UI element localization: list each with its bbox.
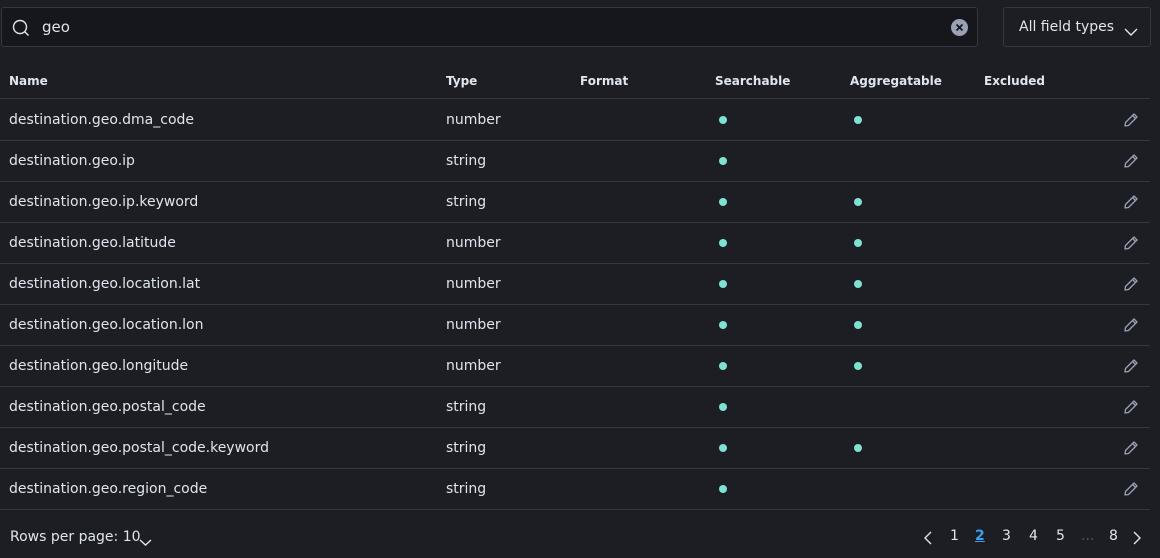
page-link-2[interactable]: 2 bbox=[975, 528, 985, 544]
field-type: string bbox=[446, 153, 487, 169]
aggregatable-indicator bbox=[854, 444, 862, 452]
field-type: number bbox=[446, 112, 501, 128]
field-type: string bbox=[446, 481, 487, 497]
aggregatable-indicator bbox=[854, 321, 862, 329]
pencil-icon[interactable] bbox=[1123, 235, 1139, 251]
field-type: number bbox=[446, 317, 501, 333]
search-field[interactable]: geo bbox=[1, 7, 978, 47]
table-row: destination.geo.location.lon number bbox=[0, 305, 1150, 346]
search-input[interactable]: geo bbox=[42, 18, 70, 36]
pencil-icon[interactable] bbox=[1123, 399, 1139, 415]
page-link-3[interactable]: 3 bbox=[1002, 528, 1011, 544]
column-header-name[interactable]: Name bbox=[9, 74, 48, 88]
page-link-1[interactable]: 1 bbox=[950, 528, 959, 544]
search-icon bbox=[12, 19, 30, 37]
searchable-indicator bbox=[719, 280, 727, 288]
aggregatable-indicator bbox=[854, 198, 862, 206]
table-row: destination.geo.region_code string bbox=[0, 469, 1150, 510]
pencil-icon[interactable] bbox=[1123, 194, 1139, 210]
column-header-aggregatable[interactable]: Aggregatable bbox=[850, 74, 942, 88]
table-header: Name Type Format Searchable Aggregatable… bbox=[0, 64, 1150, 99]
column-header-type[interactable]: Type bbox=[446, 74, 477, 88]
table-row: destination.geo.ip string bbox=[0, 141, 1150, 182]
field-name: destination.geo.longitude bbox=[9, 358, 189, 374]
field-type-filter[interactable]: All field types bbox=[1003, 7, 1151, 47]
field-name: destination.geo.latitude bbox=[9, 235, 176, 251]
table-row: destination.geo.longitude number bbox=[0, 346, 1150, 387]
field-type: number bbox=[446, 276, 501, 292]
chevron-right-icon[interactable] bbox=[1132, 530, 1142, 549]
table-row: destination.geo.postal_code string bbox=[0, 387, 1150, 428]
pencil-icon[interactable] bbox=[1123, 153, 1139, 169]
page-link-4[interactable]: 4 bbox=[1029, 528, 1038, 544]
field-name: destination.geo.dma_code bbox=[9, 112, 195, 128]
pagination-ellipsis: ... bbox=[1081, 528, 1095, 544]
aggregatable-indicator bbox=[854, 116, 862, 124]
clear-icon[interactable] bbox=[951, 19, 968, 36]
searchable-indicator bbox=[719, 321, 727, 329]
field-name: destination.geo.postal_code.keyword bbox=[9, 440, 269, 456]
field-type: string bbox=[446, 399, 487, 415]
field-type-filter-label: All field types bbox=[1019, 19, 1115, 35]
searchable-indicator bbox=[719, 403, 727, 411]
pencil-icon[interactable] bbox=[1123, 276, 1139, 292]
chevron-down-icon bbox=[139, 532, 152, 551]
table-row: destination.geo.ip.keyword string bbox=[0, 182, 1150, 223]
column-header-format[interactable]: Format bbox=[580, 74, 628, 88]
table-footer: Rows per page: 10 1 2 3 4 5 ... 8 bbox=[0, 516, 1160, 558]
field-name: destination.geo.location.lon bbox=[9, 317, 204, 333]
searchable-indicator bbox=[719, 239, 727, 247]
field-name: destination.geo.postal_code bbox=[9, 399, 206, 415]
page-link-5[interactable]: 5 bbox=[1056, 528, 1065, 544]
aggregatable-indicator bbox=[854, 239, 862, 247]
table-row: destination.geo.dma_code number bbox=[0, 100, 1150, 141]
column-header-searchable[interactable]: Searchable bbox=[715, 74, 790, 88]
rows-per-page-button[interactable]: Rows per page: 10 bbox=[10, 529, 141, 545]
table-row: destination.geo.location.lat number bbox=[0, 264, 1150, 305]
field-name: destination.geo.ip bbox=[9, 153, 135, 169]
searchable-indicator bbox=[719, 116, 727, 124]
field-type: string bbox=[446, 440, 487, 456]
searchable-indicator bbox=[719, 485, 727, 493]
pencil-icon[interactable] bbox=[1123, 317, 1139, 333]
pencil-icon[interactable] bbox=[1123, 440, 1139, 456]
field-name: destination.geo.ip.keyword bbox=[9, 194, 199, 210]
field-type: number bbox=[446, 235, 501, 251]
pencil-icon[interactable] bbox=[1123, 481, 1139, 497]
field-name: destination.geo.region_code bbox=[9, 481, 208, 497]
aggregatable-indicator bbox=[854, 280, 862, 288]
searchable-indicator bbox=[719, 198, 727, 206]
field-type: number bbox=[446, 358, 501, 374]
column-header-excluded[interactable]: Excluded bbox=[984, 74, 1045, 88]
searchable-indicator bbox=[719, 444, 727, 452]
table-row: destination.geo.postal_code.keyword strin… bbox=[0, 428, 1150, 469]
page-link-8[interactable]: 8 bbox=[1109, 528, 1118, 544]
chevron-left-icon[interactable] bbox=[923, 530, 933, 549]
searchable-indicator bbox=[719, 362, 727, 370]
aggregatable-indicator bbox=[854, 362, 862, 370]
searchable-indicator bbox=[719, 157, 727, 165]
chevron-down-icon bbox=[1124, 22, 1138, 41]
pencil-icon[interactable] bbox=[1123, 358, 1139, 374]
field-type: string bbox=[446, 194, 487, 210]
table-row: destination.geo.latitude number bbox=[0, 223, 1150, 264]
field-name: destination.geo.location.lat bbox=[9, 276, 201, 292]
pencil-icon[interactable] bbox=[1123, 112, 1139, 128]
